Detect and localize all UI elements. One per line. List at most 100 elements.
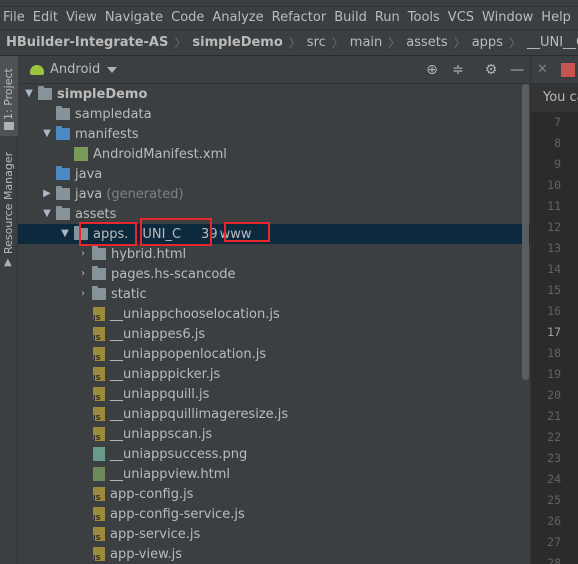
tree-row-file[interactable]: app-config-service.js	[18, 504, 530, 524]
line-number: 13	[547, 241, 561, 255]
chevron-right-icon[interactable]: ›	[78, 244, 88, 264]
folder-icon	[4, 122, 14, 130]
menu-build[interactable]: Build	[330, 7, 371, 29]
tree-row-file[interactable]: __uniappview.html	[18, 464, 530, 484]
image-file-icon	[93, 447, 105, 461]
chevron-right-icon: 〉	[288, 36, 301, 50]
menu-help[interactable]: Help	[537, 7, 575, 29]
tree-label: simpleDemo	[57, 86, 148, 102]
module-folder-icon	[38, 86, 52, 100]
breadcrumb-project[interactable]: HBuilder-Integrate-AS	[0, 35, 170, 50]
tree-row-simpledemo[interactable]: ▼ simpleDemo	[18, 84, 530, 104]
line-number: 28	[547, 556, 561, 564]
tree-scrollbar[interactable]	[522, 84, 529, 380]
js-file-icon	[93, 367, 105, 382]
chevron-right-icon: 〉	[508, 36, 521, 50]
menu-analyze[interactable]: Analyze	[208, 7, 267, 29]
js-file-icon	[93, 487, 105, 502]
view-selector[interactable]: Android	[50, 62, 100, 77]
tree-row-file[interactable]: app-service.js	[18, 524, 530, 544]
tab-project-label: 1: Project	[2, 68, 15, 120]
chevron-down-icon[interactable]	[107, 66, 118, 73]
minimize-icon[interactable]: —	[509, 62, 525, 78]
tree-row-pages[interactable]: › pages.hs-scancode	[18, 264, 530, 284]
line-number: 27	[547, 535, 561, 549]
breadcrumb-module[interactable]: simpleDemo	[190, 35, 284, 50]
tree-row-hybrid-html[interactable]: › hybrid.html	[18, 244, 530, 264]
menu-code[interactable]: Code	[167, 7, 208, 29]
tree-row-file[interactable]: __uniappes6.js	[18, 324, 530, 344]
breadcrumb-src[interactable]: src	[305, 35, 328, 50]
tree-label: app-service.js	[110, 526, 201, 542]
tree-row-file[interactable]: __uniappscan.js	[18, 424, 530, 444]
tree-label: __uniappopenlocation.js	[110, 346, 267, 362]
line-number: 11	[547, 199, 561, 213]
tab-resource-manager[interactable]: Resource Manager ▲	[0, 150, 18, 275]
breadcrumb-assets[interactable]: assets	[404, 35, 449, 50]
panel-header: Android ⊕ ≑ ⚙ —	[18, 56, 530, 84]
crosshair-icon[interactable]: ⊕	[424, 62, 440, 78]
tree-row-java-generated[interactable]: ▶ java (generated)	[18, 184, 530, 204]
chevron-down-icon[interactable]: ▼	[42, 204, 52, 224]
tree-row-file[interactable]: __uniappsuccess.png	[18, 444, 530, 464]
tree-row-sampledata[interactable]: sampledata	[18, 104, 530, 124]
file-tab-icon[interactable]	[561, 63, 575, 77]
tree-row-file[interactable]: app-config.js	[18, 484, 530, 504]
breadcrumb-apps[interactable]: apps	[470, 35, 505, 50]
tree-row-file[interactable]: __uniappchooselocation.js	[18, 304, 530, 324]
folder-icon	[92, 246, 106, 260]
editor-notice: You ca	[531, 84, 578, 112]
chevron-right-icon[interactable]: ›	[78, 284, 88, 304]
tab-project[interactable]: 1: Project	[0, 56, 18, 136]
highlight-box-uni-id	[140, 218, 212, 246]
tree-row-file[interactable]: app-view.js	[18, 544, 530, 564]
menu-run[interactable]: Run	[371, 7, 404, 29]
menu-tools[interactable]: Tools	[404, 7, 444, 29]
js-file-icon	[93, 387, 105, 402]
tree-row-java[interactable]: java	[18, 164, 530, 184]
breadcrumb-uni-id[interactable]: __UNI__C404039	[525, 35, 578, 50]
line-number: 23	[547, 451, 561, 465]
tree-label: AndroidManifest.xml	[93, 146, 227, 162]
line-number: 20	[547, 388, 561, 402]
tree-row-file[interactable]: __uniappquillimageresize.js	[18, 404, 530, 424]
tree-row-file[interactable]: __uniappquill.js	[18, 384, 530, 404]
html-file-icon	[93, 467, 105, 481]
breadcrumb-main[interactable]: main	[348, 35, 384, 50]
chevron-down-icon[interactable]: ▼	[60, 224, 70, 244]
tree-label: app-config.js	[110, 486, 194, 502]
gear-icon[interactable]: ⚙	[483, 62, 499, 78]
tree-row-file[interactable]: __uniappopenlocation.js	[18, 344, 530, 364]
folder-blue-icon	[56, 126, 70, 140]
line-number: 15	[547, 283, 561, 297]
folder-icon	[56, 186, 70, 200]
tree-row-manifests[interactable]: ▼ manifests	[18, 124, 530, 144]
tree-label: java	[75, 166, 103, 182]
line-number: 12	[547, 220, 561, 234]
menu-view[interactable]: View	[62, 7, 101, 29]
menu-file[interactable]: File	[0, 7, 29, 29]
tree-label: manifests	[75, 126, 139, 142]
line-number: 18	[547, 346, 561, 360]
android-icon	[30, 64, 44, 75]
chevron-right-icon[interactable]: ›	[78, 264, 88, 284]
menu-edit[interactable]: Edit	[29, 7, 62, 29]
tree-row-androidmanifest[interactable]: AndroidManifest.xml	[18, 144, 530, 164]
line-number: 7	[554, 115, 561, 129]
menu-vcs[interactable]: VCS	[444, 7, 478, 29]
tree-row-static[interactable]: › static	[18, 284, 530, 304]
tree-row-assets[interactable]: ▼ assets	[18, 204, 530, 224]
chevron-right-icon[interactable]: ▶	[42, 184, 52, 204]
tree-row-file[interactable]: __uniapppicker.js	[18, 364, 530, 384]
line-number: 10	[547, 178, 561, 192]
chevron-down-icon[interactable]: ▼	[42, 124, 52, 144]
collapse-all-icon[interactable]: ≑	[450, 62, 466, 78]
menu-refactor[interactable]: Refactor	[268, 7, 331, 29]
menu-navigate[interactable]: Navigate	[101, 7, 167, 29]
js-file-icon	[93, 427, 105, 442]
close-icon[interactable]: ✕	[537, 62, 548, 77]
chevron-right-icon: 〉	[331, 36, 344, 50]
manifest-file-icon	[74, 147, 88, 161]
menu-window[interactable]: Window	[478, 7, 537, 29]
chevron-down-icon[interactable]: ▼	[24, 84, 34, 104]
